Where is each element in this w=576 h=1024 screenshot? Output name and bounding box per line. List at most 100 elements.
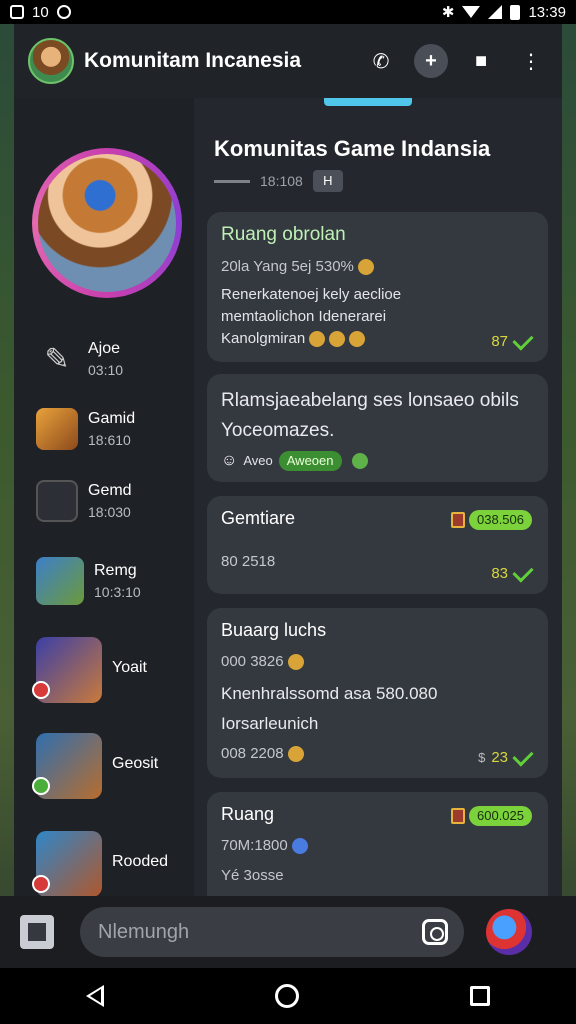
avatar [36,408,78,450]
sidebar-item-label: Ajoe [88,340,121,357]
phone-icon[interactable]: ✆ [364,44,398,78]
add-icon[interactable]: + [414,44,448,78]
notification-icon [10,5,24,19]
emoji-icon [309,331,326,348]
signal-icon [488,5,503,19]
chat-tag[interactable]: H [312,170,343,192]
emoji-icon [329,331,346,348]
sidebar: ✎ Ajoe 03:10 Gamid 18:610 Gemd 18:030 Re… [14,98,194,896]
card-line: 80 2518 [221,553,276,570]
sidebar-item-label: Rooded [112,853,169,870]
top-bar: Komunitam Incanesia ✆ + ■ ⋮ [14,24,562,98]
community-avatar[interactable] [28,38,74,84]
battery-icon [510,4,521,20]
sidebar-item-gamid[interactable]: Gamid 18:610 [36,394,186,464]
message-input-bar: Nlemungh [0,896,576,968]
chat-subtitle: 18:108 H [214,170,343,192]
reaction-score: 87 [491,328,534,351]
card-badge: 600.025 [451,806,532,826]
recent-apps-icon[interactable] [470,986,491,1006]
pin-icon: ✎ [44,342,70,376]
emoji-icon [349,331,366,348]
header-title: Komunitam Incanesia [84,49,302,72]
system-nav-bar [0,968,576,1024]
card-line: 20la Yang 5ej 530% [221,256,534,278]
back-icon[interactable] [85,985,104,1007]
sidebar-item-geosit[interactable]: Geosit [32,726,186,806]
status-time: 13:39 [528,3,566,21]
card-line: Iorsarleunich [221,714,319,733]
check-icon [512,328,534,351]
reaction-score: $ 23 [478,744,534,767]
sidebar-item-label: Yoait [112,659,147,676]
chest-icon [451,512,465,528]
card-title: Buaarg luchs [221,620,327,640]
sidebar-item-time: 18:610 [88,432,131,448]
status-bar: 10 ✱ 13:39 [0,0,576,24]
emoji-icon [287,654,304,671]
status-left-text: 10 [32,3,49,21]
status-badge [32,681,50,699]
chest-icon [451,808,465,824]
message-card[interactable]: Buaarg luchs 000 3826 Knenhralssomd asa … [207,608,548,778]
emoji-icon [351,453,368,469]
home-icon[interactable] [274,984,299,1008]
emoji-icon [357,259,374,276]
app-window: Komunitam Incanesia ✆ + ■ ⋮ ✎ Ajoe 03:10… [14,24,562,896]
sidebar-item-time: 03:10 [88,362,124,378]
sidebar-item-label: Gemd [88,482,132,499]
sync-icon [56,5,71,19]
sidebar-item-yoait[interactable]: Yoait [32,630,186,710]
user-avatar[interactable] [486,909,532,955]
sidebar-item-time: 18:030 [88,504,131,520]
avatar [32,831,102,896]
card-line: Knenhralssomd asa 580.080 [221,684,438,703]
image-icon [36,480,78,522]
avatar [32,637,102,703]
sidebar-item-gemd[interactable]: Gemd 18:030 [36,466,186,536]
sidebar-item-time: 10:3:10 [94,584,141,600]
message-card[interactable]: Ruang obrolan 20la Yang 5ej 530% Renerka… [207,212,548,362]
avatar [32,733,102,799]
message-card[interactable]: Rlamsjaeabelang ses lonsaeo obils Yoceom… [207,374,548,482]
card-line: Yoceomazes. [221,420,335,441]
card-line: memtaolichon Idenerarei [221,308,387,325]
sidebar-item-rooded[interactable]: Rooded [32,824,186,896]
reaction-score: 83 [491,560,534,583]
divider [214,179,250,183]
check-icon [512,744,534,767]
camera-icon[interactable] [422,919,448,945]
chat-bubble-icon: ☺ [221,452,238,469]
status-badge: Aweoen [278,451,342,471]
card-line: Yé 3osse [221,867,284,884]
message-input-placeholder: Nlemungh [98,920,190,943]
message-card[interactable]: Ruang 600.025 70M:1800 Yé 3osse [207,792,548,896]
sidebar-item-label: Geosit [112,755,159,772]
sidebar-item-label: Gamid [88,410,136,427]
sidebar-item-ajoe[interactable]: ✎ Ajoe 03:10 [36,324,186,394]
card-title: Ruang obrolan [221,224,346,245]
message-card[interactable]: Gemtiare 038.506 80 2518 83 [207,496,548,594]
bluetooth-icon: ✱ [441,4,455,21]
card-line: 70M:1800 [221,835,534,857]
wifi-icon [462,6,481,18]
video-icon[interactable]: ■ [464,44,498,78]
more-options-icon[interactable]: ⋮ [514,44,548,78]
sidebar-item-remg[interactable]: Remg 10:3:10 [36,546,186,616]
active-tab-indicator [324,98,412,106]
check-icon [512,560,534,583]
emoji-icon [287,746,304,763]
card-line: 000 3826 [221,651,534,673]
profile-avatar[interactable] [32,148,182,298]
avatar [36,557,84,605]
gem-icon [291,838,308,855]
chat-title: Komunitas Game Indansia [214,136,491,161]
card-badge: 038.506 [451,510,532,530]
message-input[interactable]: Nlemungh [80,907,464,957]
card-line: Renerkatenoej kely aeclioe [221,286,402,303]
card-meta: ☺ Aveo Aweoen [221,450,534,472]
attach-icon[interactable] [20,915,54,949]
status-badge [32,777,50,795]
chat-subtitle-text: 18:108 [260,173,303,189]
sidebar-item-label: Remg [94,562,137,579]
